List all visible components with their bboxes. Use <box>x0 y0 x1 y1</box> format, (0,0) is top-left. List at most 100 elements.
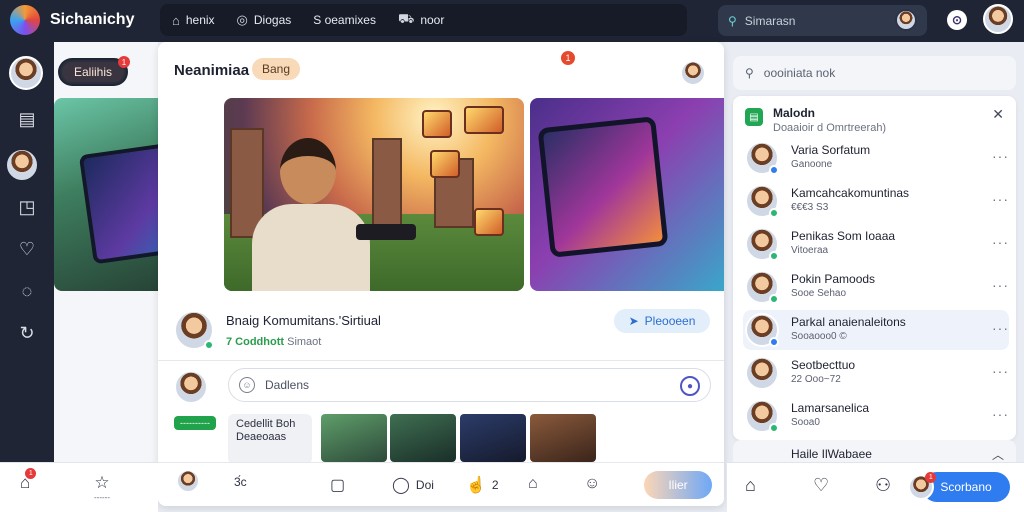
close-icon[interactable]: ✕ <box>992 106 1004 123</box>
more-icon[interactable]: ··· <box>992 320 1009 336</box>
bottom-nav-favorites[interactable]: ☆ ------ <box>94 473 110 502</box>
friend-row[interactable]: Seotbecttuo 22 Ooo~72 ··· <box>743 353 1009 393</box>
friend-row[interactable]: Pokin Pamoods Sooe Sehao ··· <box>743 267 1009 307</box>
more-icon[interactable]: ··· <box>992 234 1009 250</box>
friends-search-input[interactable]: ⚲ oooiniata nok <box>733 56 1016 90</box>
nav-item-economics[interactable]: S oeamixes <box>313 13 376 27</box>
rail-profile-avatar[interactable] <box>9 56 43 90</box>
refresh-icon[interactable]: ↻ <box>14 320 40 346</box>
post-author-avatar[interactable] <box>174 310 214 350</box>
pill-label: Ilier <box>668 478 688 492</box>
friend-row[interactable]: Penikas Som Ioaaa Vitoeraa ··· <box>743 224 1009 264</box>
main-chip[interactable]: Bang <box>252 58 301 80</box>
chart-icon[interactable]: ◳ <box>14 194 40 220</box>
group-avatar[interactable] <box>176 469 200 493</box>
nav-item-ride[interactable]: ⛟ noor <box>398 11 444 29</box>
floating-card <box>430 150 460 178</box>
friend-status: Sooa0 <box>791 417 820 428</box>
user-pill-button[interactable]: Ilier <box>644 471 712 499</box>
gallery-thumbnail[interactable] <box>530 414 596 462</box>
friend-status: €€€3 S3 <box>791 202 829 213</box>
hero-image[interactable] <box>224 98 524 291</box>
notification-badge: 1 <box>925 472 937 483</box>
thumbs-up-icon: ☝ <box>466 477 486 494</box>
profile-avatar[interactable] <box>983 4 1013 34</box>
friend-row[interactable]: Varia Sorfatum Ganoone ··· <box>743 138 1009 178</box>
comment-icon: ▢ <box>330 477 346 494</box>
home-icon: ⌂ <box>172 12 180 28</box>
notification-badge: 1 <box>561 51 575 65</box>
post-action-button[interactable]: ➤ Pleooeen <box>614 309 710 333</box>
user-icon[interactable]: ⚇ <box>875 475 891 496</box>
emoji-button[interactable]: ☺ <box>584 475 600 493</box>
app-name: Sichanichy <box>50 11 135 28</box>
like-count: 2 <box>491 478 499 492</box>
share-count[interactable]: 3́c <box>234 475 247 489</box>
friend-row[interactable]: Kamcahcakomuntinas €€€3 S3 ··· <box>743 181 1009 221</box>
nav-label: Diogas <box>253 13 292 27</box>
friend-name: Lamarsanelica <box>791 401 870 415</box>
friend-status: Sooaooo0 © <box>791 331 847 342</box>
avatar[interactable] <box>895 9 917 31</box>
search-placeholder: Simarasn <box>744 13 796 28</box>
home-icon[interactable]: ⌂ <box>745 475 756 496</box>
friend-name: Varia Sorfatum <box>791 143 871 157</box>
more-icon[interactable]: ··· <box>992 277 1009 293</box>
more-icon[interactable]: ··· <box>992 363 1009 379</box>
friend-status: Sooe Sehao <box>791 288 847 299</box>
more-icon[interactable]: ··· <box>992 406 1009 422</box>
main-title: Neanimiaa <box>174 62 250 79</box>
comment-button[interactable]: ▢ <box>330 475 345 495</box>
gallery-thumbnail[interactable] <box>321 414 387 462</box>
left-rail: ▤ ◳ ♡ ◌ ↻ <box>0 42 54 512</box>
nav-item-discover[interactable]: ◎ Diogas <box>237 12 292 28</box>
send-icon[interactable]: ● <box>680 376 700 396</box>
profile-pill-button[interactable]: 1 Scorbano <box>908 472 1010 502</box>
top-bar: Sichanichy ⌂ henix ◎ Diogas S oeamixes ⛟… <box>0 0 1024 42</box>
floating-card <box>474 208 504 236</box>
feed-icon[interactable]: ▤ <box>14 106 40 132</box>
comment-input[interactable]: ☺ Dadlens ● <box>228 368 711 402</box>
divider <box>158 360 724 361</box>
gallery-card[interactable]: Cedellit Boh Deaeoaas <box>228 414 312 464</box>
more-icon[interactable]: ··· <box>992 148 1009 164</box>
post-title[interactable]: Bnaig Komumitans.'Sirtiual <box>226 313 381 328</box>
main-avatar[interactable] <box>680 60 706 86</box>
bottom-nav-home[interactable]: ⌂ 1 <box>20 468 37 493</box>
building <box>372 138 402 228</box>
avatar: 1 <box>908 472 937 500</box>
gallery-thumbnail[interactable] <box>460 414 526 462</box>
search-placeholder: oooiniata nok <box>763 66 836 80</box>
friend-row[interactable]: Parkal anaienaleitons Sooaooo0 © ··· <box>743 310 1009 350</box>
rail-avatar[interactable] <box>5 148 39 182</box>
floating-card <box>464 106 504 134</box>
emoji-icon: ☺ <box>239 377 255 393</box>
friend-row[interactable]: Lamarsanelica Sooa0 ··· <box>743 396 1009 436</box>
chat-label: Doi <box>415 478 434 492</box>
compass-icon: ◎ <box>236 12 248 27</box>
friend-name: Pokin Pamoods <box>791 272 876 286</box>
post-meta: 7 Coddhott Simaot <box>226 336 321 348</box>
left-pill-button[interactable]: Ealiihis 1 <box>60 56 131 84</box>
favorites-label: ------ <box>94 493 110 502</box>
help-icon[interactable]: ⊙ <box>947 10 967 30</box>
composer-avatar <box>174 370 208 404</box>
chevron-up-icon[interactable]: ︿ <box>992 446 1004 463</box>
like-button[interactable]: ☝ 2 <box>466 475 499 495</box>
top-nav: ⌂ henix ◎ Diogas S oeamixes ⛟ noor <box>160 4 687 36</box>
brand[interactable]: Sichanichy <box>10 5 134 35</box>
gallery-thumbnail[interactable] <box>390 414 456 462</box>
nav-item-home[interactable]: ⌂ henix <box>172 13 215 28</box>
friend-name: Kamcahcakomuntinas <box>791 186 910 200</box>
search-icon: ⚲ <box>728 13 737 28</box>
chat-icon[interactable]: ◌ <box>14 278 40 304</box>
chat-button[interactable]: ◯ Doi <box>392 475 434 495</box>
top-search-input[interactable]: ⚲ Simarasn <box>718 5 927 36</box>
composer-placeholder: Dadlens <box>265 378 310 392</box>
gaming-tablet-image[interactable] <box>530 98 724 291</box>
heart-icon[interactable]: ♡ <box>14 236 40 262</box>
star-icon: ☆ <box>94 473 110 492</box>
heart-icon[interactable]: ♡ <box>813 475 829 496</box>
more-icon[interactable]: ··· <box>992 191 1009 207</box>
bookmark-button[interactable]: ⌂ <box>528 475 538 493</box>
